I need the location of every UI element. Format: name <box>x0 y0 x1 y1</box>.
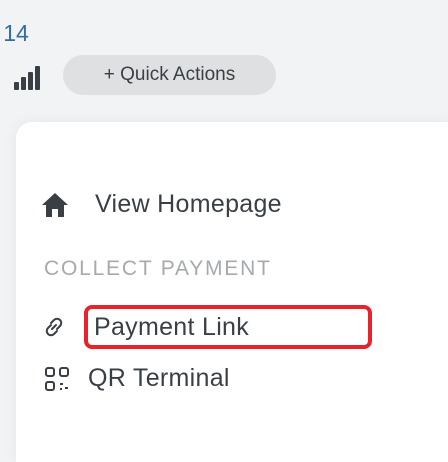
menu-item-payment-link[interactable]: Payment Link <box>42 305 372 349</box>
home-icon <box>40 191 70 219</box>
menu-item-view-homepage[interactable]: View Homepage <box>40 190 282 219</box>
qr-code-icon <box>44 366 70 392</box>
quick-actions-button[interactable]: + Quick Actions <box>63 55 276 95</box>
collect-payment-header: COLLECT PAYMENT <box>44 257 272 280</box>
menu-item-qr-terminal[interactable]: QR Terminal <box>44 364 230 393</box>
status-time: 14 <box>3 20 29 46</box>
payment-link-label: Payment Link <box>84 305 372 349</box>
link-icon <box>42 315 66 339</box>
view-homepage-label: View Homepage <box>95 190 282 218</box>
qr-terminal-label: QR Terminal <box>88 364 230 392</box>
cellular-signal-icon <box>14 66 40 90</box>
quick-actions-menu <box>16 122 448 462</box>
